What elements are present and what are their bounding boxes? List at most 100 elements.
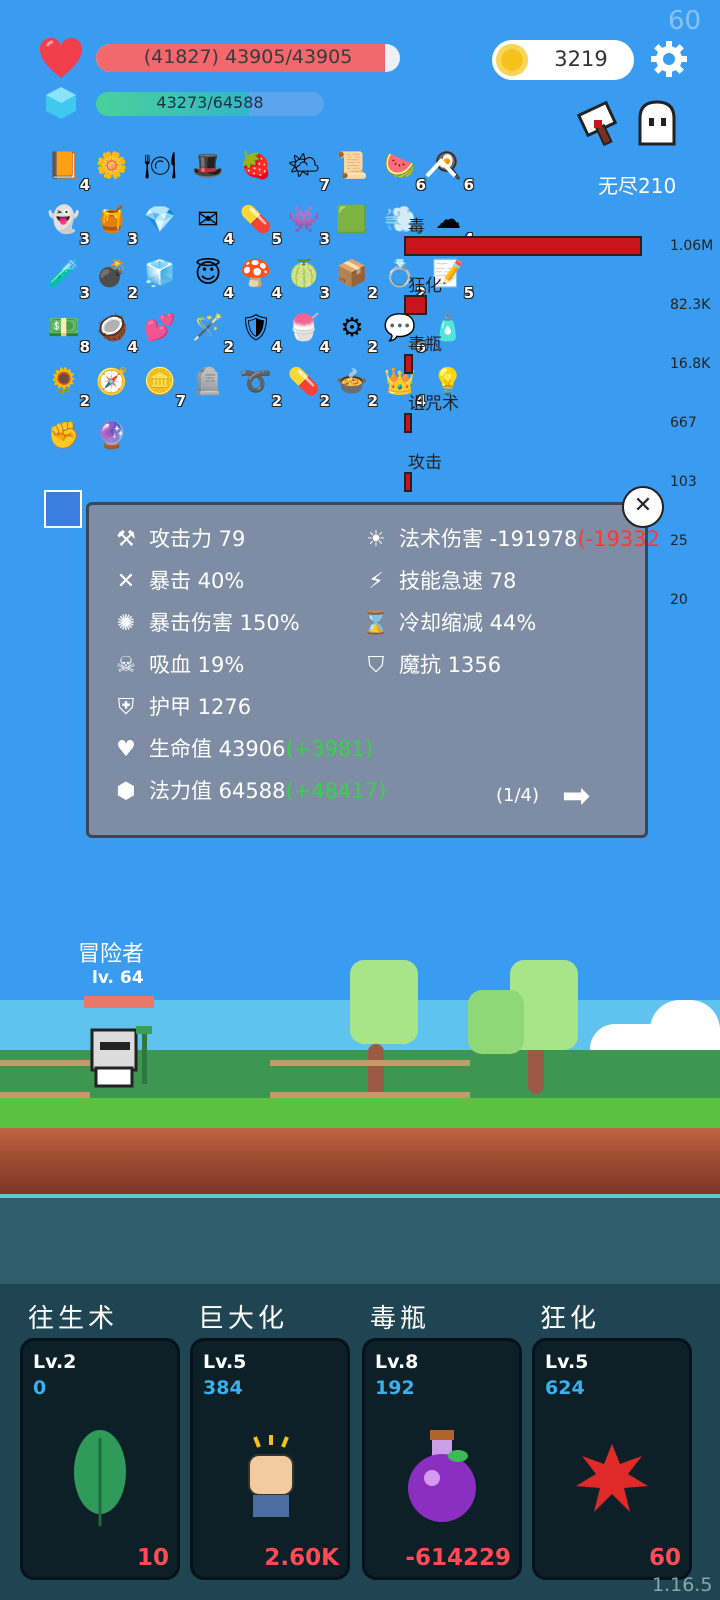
skill-cost: 60 [648, 1545, 681, 1571]
item-glyph: 🎩 [191, 151, 225, 181]
item-glyph: ☁ [435, 205, 461, 235]
heart-shield-icon: ⛉ [367, 653, 385, 678]
item-slot-icon[interactable] [44, 490, 82, 528]
ghost-enemy-icon [638, 100, 676, 146]
magic-wand-icon[interactable]: 🪄 2 [188, 308, 234, 356]
damage-value: 20 [670, 592, 688, 608]
coin-counter[interactable]: 3219 [492, 40, 634, 80]
stat-cooldown: ⌛ 冷却缩减 44% [362, 611, 537, 636]
shield-icon[interactable]: 🛡 4 [236, 308, 282, 356]
damage-label: 毒瓶 [408, 335, 442, 355]
ruby-icon[interactable]: 💎 [140, 200, 184, 244]
menu-board-icon[interactable]: 🍽 [140, 146, 184, 190]
axe-icon: ⚒ [116, 527, 136, 552]
item-glyph: 🌼 [95, 151, 129, 181]
item-glyph: ✉ [197, 205, 219, 235]
item-count: 3 [319, 230, 330, 248]
item-glyph: 🌤 [287, 151, 321, 181]
skill-name: 巨大化 [198, 1304, 289, 1334]
settings-gear-icon[interactable] [650, 40, 688, 78]
item-glyph: 🍓 [239, 151, 273, 181]
skill-level: Lv.8 [375, 1351, 419, 1373]
hourglass-icon: ⌛ [362, 611, 390, 636]
damage-bar [404, 295, 427, 315]
purple-box-icon[interactable]: 📦 2 [332, 254, 378, 302]
book-icon[interactable]: 📙 4 [44, 146, 90, 194]
green-card-icon[interactable]: 🟩 [332, 200, 376, 244]
leaf-icon [23, 1413, 177, 1543]
stat-attack: ⚒ 攻击力 79 [111, 523, 245, 553]
cash-heart-icon[interactable]: 💵 8 [44, 308, 90, 356]
hearts-icon[interactable]: 💕 [140, 308, 184, 352]
halo-icon[interactable]: 😇 4 [188, 254, 234, 302]
damage-bar [404, 354, 413, 374]
lime-icon[interactable]: 🍈 3 [284, 254, 330, 302]
potion-flask-icon[interactable]: 🧪 3 [44, 254, 90, 302]
coconut-icon[interactable]: 🥥 4 [92, 308, 138, 356]
item-glyph: 🛡 [239, 313, 273, 343]
skill-card[interactable]: Lv.8 192 -614229 [362, 1338, 522, 1580]
version-label: 1.16.5 [652, 1574, 713, 1596]
watermelon-icon[interactable]: 🍉 6 [380, 146, 426, 194]
item-glyph: 💕 [143, 313, 177, 343]
stat-crit-damage: ✺ 暴击伤害 150% [111, 607, 300, 637]
skill-value: 0 [33, 1377, 47, 1399]
pill-icon[interactable]: 💊 5 [236, 200, 282, 248]
stat-armor: ⛨ 护甲 1276 [111, 691, 251, 721]
fist-icon[interactable]: ✊ [44, 416, 88, 460]
damage-value: 25 [670, 533, 688, 549]
next-page-arrow-icon[interactable]: ➡ [562, 776, 591, 816]
mushroom-icon[interactable]: 🍄 4 [236, 254, 282, 302]
jam-jar-icon[interactable]: 🍯 3 [92, 200, 138, 248]
item-count: 2 [367, 284, 378, 302]
sun-cloud-icon[interactable]: 🌤 7 [284, 146, 330, 194]
crystal-ball-icon[interactable]: 🔮 [92, 416, 136, 460]
item-count: 7 [319, 176, 330, 194]
item-glyph: 🍽 [143, 151, 177, 181]
coin-stack-icon[interactable]: 🪙 7 [140, 362, 186, 410]
hero-hp-bar [84, 996, 154, 1008]
item-count: 4 [271, 338, 282, 356]
noose-icon[interactable]: ➰ 2 [236, 362, 282, 410]
skill-card[interactable]: Lv.5 624 60 [532, 1338, 692, 1580]
ice-cream-icon[interactable]: 🍧 4 [284, 308, 330, 356]
capsule-icon[interactable]: 💊 2 [284, 362, 330, 410]
close-panel-button[interactable]: ✕ [622, 486, 664, 528]
strawberry-icon[interactable]: 🍓 [236, 146, 280, 190]
ice-cube-icon[interactable]: 🧊 [140, 254, 184, 298]
tombstone-icon[interactable]: 🪦 [188, 362, 232, 406]
wizard-hat-icon[interactable]: 🎩 [188, 146, 232, 190]
item-glyph: 🟩 [335, 205, 369, 235]
item-count: 7 [175, 392, 186, 410]
damage-value: 1.06M [670, 238, 714, 254]
flower-icon[interactable]: 🌼 [92, 146, 136, 190]
stat-crit: ✕ 暴击 40% [111, 565, 245, 595]
item-glyph: 🪙 [143, 367, 177, 397]
horned-skull-icon: ☠ [116, 653, 136, 678]
spiked-mace-icon[interactable]: ⚙ 2 [332, 308, 378, 356]
grenade-icon[interactable]: 💣 2 [92, 254, 138, 302]
skill-card[interactable]: Lv.2 0 10 [20, 1338, 180, 1580]
item-glyph: 🪦 [191, 367, 225, 397]
sunflower-icon[interactable]: 🌻 2 [44, 362, 90, 410]
damage-label: 毒 [408, 217, 425, 237]
damage-value: 82.3K [670, 297, 711, 313]
shield-icon: ⛨ [117, 695, 135, 720]
item-count: 5 [271, 230, 282, 248]
monster-icon[interactable]: 👾 3 [284, 200, 330, 248]
scroll-icon[interactable]: 📜 [332, 146, 376, 190]
damage-bar [404, 472, 412, 492]
ghost-icon[interactable]: 👻 3 [44, 200, 90, 248]
knight-hero-sprite[interactable] [86, 1024, 162, 1090]
skill-level: Lv.2 [33, 1351, 77, 1373]
heart-icon [40, 38, 82, 78]
cauldron-icon[interactable]: 🍲 2 [332, 362, 378, 410]
skill-card[interactable]: Lv.5 384 2.60K [190, 1338, 350, 1580]
fps-counter: 60 [668, 6, 702, 36]
item-glyph: 🍧 [287, 313, 321, 343]
compass-icon[interactable]: 🧭 [92, 362, 136, 406]
envelope-icon[interactable]: ✉ 4 [188, 200, 234, 248]
stats-page-indicator: (1/4) [496, 785, 540, 806]
item-count: 4 [319, 338, 330, 356]
collapse-chevron-up-icon[interactable] [424, 156, 458, 180]
